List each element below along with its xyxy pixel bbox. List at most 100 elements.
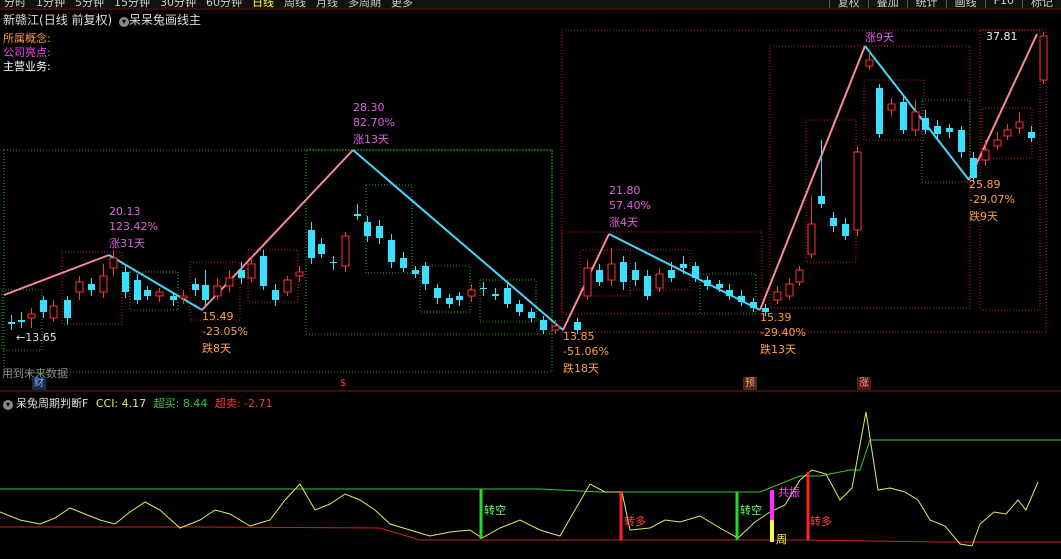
last-price-label: 37.81 xyxy=(986,30,1018,43)
trough4-price: 25.89 xyxy=(969,178,1001,191)
candle-body xyxy=(830,218,837,226)
peak3-price: 21.80 xyxy=(609,184,641,197)
peak2-pct: 82.70% xyxy=(353,116,395,129)
candle-body xyxy=(109,257,118,269)
signal-label-long-1: 转多 xyxy=(624,515,646,528)
wave-segment xyxy=(608,233,761,311)
candle-body xyxy=(704,280,711,286)
candle-body xyxy=(122,272,129,292)
trough2-price: 13.85 xyxy=(563,330,595,343)
event-mark-rise[interactable]: 涨 xyxy=(857,377,871,390)
candle-body xyxy=(726,290,733,296)
candle-body xyxy=(27,313,36,319)
cci-value: 4.17 xyxy=(121,397,147,410)
candle-body xyxy=(853,151,862,231)
candle-body xyxy=(607,263,616,281)
candle-body xyxy=(632,270,639,280)
wave-segment xyxy=(201,149,354,311)
oversell-value: -2.71 xyxy=(244,397,273,410)
peak1-price: 20.13 xyxy=(109,205,141,218)
candle-body xyxy=(49,305,58,319)
candle-body xyxy=(900,102,907,130)
candle-body xyxy=(295,271,304,277)
event-mark-dollar[interactable]: $ xyxy=(338,377,348,390)
candle-body xyxy=(283,279,292,293)
signal-label-week: 周 xyxy=(776,533,787,546)
candle-body xyxy=(680,264,687,268)
candle-body xyxy=(75,281,84,293)
candle-body xyxy=(516,304,523,312)
candle-body xyxy=(388,240,395,262)
peak1-pct: 123.42% xyxy=(109,220,158,233)
peak2-price: 28.30 xyxy=(353,101,385,114)
candle-body xyxy=(583,267,592,297)
candle-body xyxy=(155,291,164,297)
trough1-days: 跌8天 xyxy=(202,342,231,355)
candle-body xyxy=(18,320,25,322)
candle-body xyxy=(785,283,794,297)
trough3-price: 15.39 xyxy=(760,311,792,324)
candle-body xyxy=(144,290,151,296)
candle-body xyxy=(8,322,15,324)
candle-body xyxy=(934,126,941,134)
trough2-pct: -51.06% xyxy=(563,345,609,358)
candle-body xyxy=(644,276,651,296)
candle-body xyxy=(574,322,581,330)
candle-body xyxy=(528,312,535,318)
candle-body xyxy=(504,288,511,304)
peak2-days: 涨13天 xyxy=(353,133,389,146)
candle-body xyxy=(260,256,267,286)
candle-body xyxy=(596,270,603,282)
candle-body xyxy=(842,224,849,236)
peak1-days: 涨31天 xyxy=(109,237,145,250)
candle-body xyxy=(456,296,463,300)
candle-body xyxy=(795,269,804,283)
candle-body xyxy=(364,222,371,236)
oversell-label: 超卖: xyxy=(214,397,241,410)
candle-body xyxy=(492,294,499,296)
candle-body xyxy=(692,266,699,278)
candle-body xyxy=(911,111,920,131)
candle-body xyxy=(655,273,664,289)
trough4-pct: -29.07% xyxy=(969,193,1015,206)
candle-body xyxy=(225,277,234,287)
candle-body xyxy=(376,226,383,238)
cci-label: CCI: xyxy=(95,397,119,410)
candle-body xyxy=(341,235,350,267)
candle-body xyxy=(1028,132,1035,138)
cci-line xyxy=(0,411,1039,547)
signal-label-short-2: 转空 xyxy=(740,504,762,517)
candle-body xyxy=(773,291,782,301)
candle-body xyxy=(807,223,816,255)
signal-label-long-2: 转多 xyxy=(810,515,832,528)
trough2-days: 跌18天 xyxy=(563,362,599,375)
candle-body xyxy=(318,244,325,254)
candle-body xyxy=(202,285,209,300)
event-mark-forecast[interactable]: 预 xyxy=(743,377,757,390)
wave-segment xyxy=(352,149,564,331)
candle-body xyxy=(247,263,256,279)
candle-body xyxy=(88,284,95,290)
candle-body xyxy=(272,290,279,300)
candle-body xyxy=(620,262,627,282)
candle-body xyxy=(540,320,547,330)
candle-body xyxy=(412,270,419,274)
sub-indicator-header: ▾ 呆兔周期判断F CCI: 4.17 超买: 8.44 超卖: -2.71 xyxy=(3,395,273,411)
event-mark-finance[interactable]: 财 xyxy=(32,377,46,390)
oversell-line xyxy=(0,526,1061,543)
kline-chart[interactable] xyxy=(0,0,1061,559)
overbuy-line xyxy=(0,439,1061,493)
candle-body xyxy=(40,300,47,312)
candle-body xyxy=(750,302,757,308)
overbuy-value: 8.44 xyxy=(182,397,208,410)
trough1-pct: -23.05% xyxy=(202,325,248,338)
sub-indicator-name[interactable]: 呆兔周期判断F xyxy=(16,397,88,410)
candle-body xyxy=(170,296,177,300)
candle-body xyxy=(946,128,953,132)
chevron-down-icon[interactable]: ▾ xyxy=(3,400,13,410)
candle-body xyxy=(738,296,745,302)
candle-body xyxy=(192,284,199,290)
candle-body xyxy=(238,270,245,278)
candle-body xyxy=(865,59,874,67)
signal-label-resonance: 共振 xyxy=(778,486,800,499)
